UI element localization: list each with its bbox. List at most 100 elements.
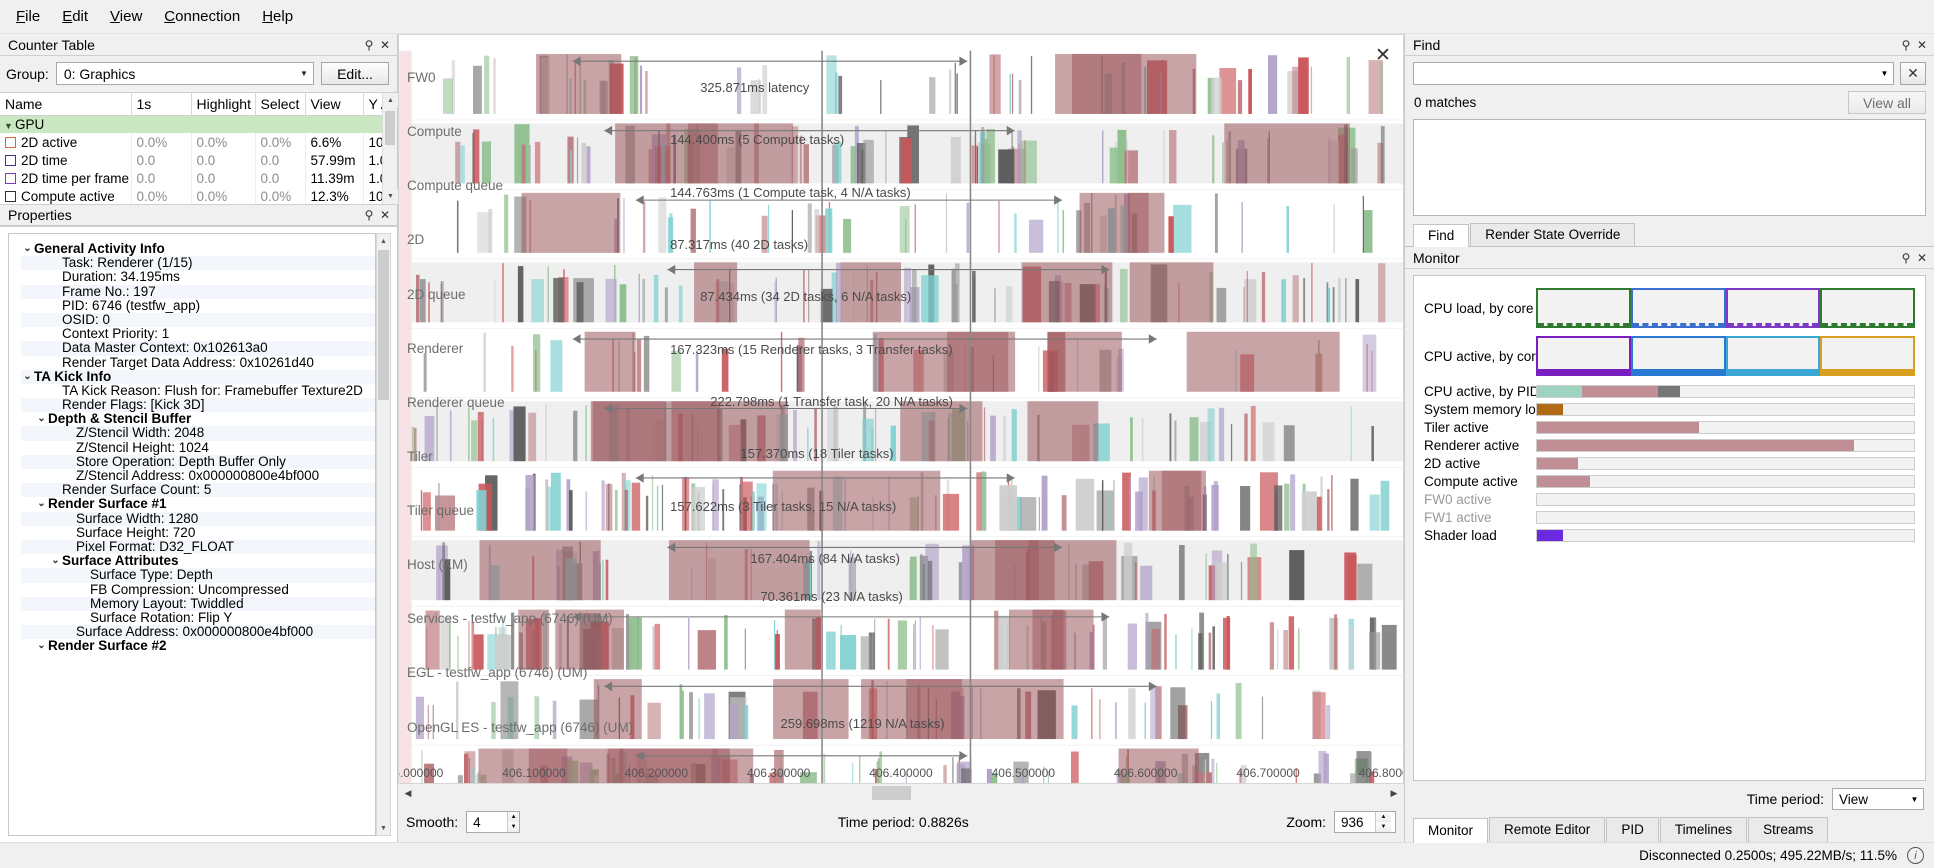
scrollbar-thumb[interactable] bbox=[385, 111, 395, 145]
stepper-down-icon[interactable]: ▼ bbox=[1376, 822, 1391, 832]
counter-name-cell[interactable]: Compute active bbox=[0, 187, 131, 204]
properties-section[interactable]: ⌄Render Surface #1 bbox=[21, 497, 375, 511]
counter-table[interactable]: Name 1s Highlight Select View Y Axis ▼GP… bbox=[0, 93, 382, 204]
counter-value-cell: 0.0 bbox=[255, 169, 305, 187]
counter-name-cell[interactable]: 2D active bbox=[0, 133, 131, 151]
properties-section[interactable]: ⌄Surface Attributes bbox=[21, 554, 375, 568]
monitor-core-fill bbox=[1728, 369, 1819, 374]
chevron-down-icon[interactable]: ⌄ bbox=[21, 242, 34, 256]
group-combo[interactable]: 0: Graphics ▼ bbox=[56, 62, 314, 85]
hscroll-thumb[interactable] bbox=[872, 786, 911, 800]
chevron-down-icon[interactable]: ⌄ bbox=[21, 370, 34, 384]
smooth-stepper[interactable]: 4 ▲ ▼ bbox=[466, 811, 520, 833]
stepper-up-icon[interactable]: ▲ bbox=[508, 812, 519, 822]
menu-edit[interactable]: Edit bbox=[52, 5, 98, 28]
close-icon[interactable]: ✕ bbox=[377, 37, 393, 53]
table-row[interactable]: 2D active0.0%0.0%0.0%6.6%100.0% bbox=[0, 133, 382, 151]
stepper-up-icon[interactable]: ▲ bbox=[1376, 812, 1391, 822]
tab-render-state-override[interactable]: Render State Override bbox=[1470, 223, 1635, 246]
tab-monitor[interactable]: Monitor bbox=[1413, 818, 1488, 843]
tab-timelines[interactable]: Timelines bbox=[1660, 817, 1747, 842]
chevron-down-icon[interactable]: ▼ bbox=[4, 121, 15, 131]
table-row[interactable]: 2D time per frame0.00.00.011.39m1.0 bbox=[0, 169, 382, 187]
chevron-down-icon[interactable]: ⌄ bbox=[35, 412, 48, 426]
scroll-left-icon[interactable]: ◀ bbox=[400, 785, 416, 801]
monitor-core-cell bbox=[1726, 288, 1821, 328]
properties-section[interactable]: ⌄Render Surface #2 bbox=[21, 639, 375, 653]
properties-item: Surface Type: Depth bbox=[21, 568, 375, 582]
table-row[interactable]: 2D time0.00.00.057.99m1.0 bbox=[0, 151, 382, 169]
monitor-core-fill bbox=[1728, 321, 1819, 326]
pin-icon[interactable]: ⚲ bbox=[361, 207, 377, 223]
properties-scrollbar[interactable]: ▲ ▼ bbox=[376, 233, 391, 836]
stepper-buttons[interactable]: ▲ ▼ bbox=[507, 812, 519, 832]
tab-streams[interactable]: Streams bbox=[1748, 817, 1828, 842]
counter-name-cell[interactable]: 2D time bbox=[0, 151, 131, 169]
properties-section[interactable]: ⌄General Activity Info bbox=[21, 242, 375, 256]
menu-file[interactable]: File bbox=[6, 5, 50, 28]
scroll-right-icon[interactable]: ▶ bbox=[1386, 785, 1402, 801]
counter-checkbox[interactable] bbox=[5, 173, 16, 184]
close-icon[interactable]: ✕ bbox=[1914, 250, 1930, 266]
monitor-time-period-combo[interactable]: View ▼ bbox=[1832, 788, 1924, 810]
smooth-value: 4 bbox=[473, 815, 503, 830]
col-name[interactable]: Name bbox=[0, 93, 131, 115]
properties-section[interactable]: ⌄TA Kick Info bbox=[21, 370, 375, 384]
zoom-stepper[interactable]: 936 ▲ ▼ bbox=[1334, 811, 1396, 833]
tab-pid[interactable]: PID bbox=[1606, 817, 1659, 842]
clear-find-button[interactable]: ✕ bbox=[1900, 62, 1926, 85]
chevron-down-icon[interactable]: ⌄ bbox=[49, 554, 62, 568]
scrollbar-thumb[interactable] bbox=[378, 250, 389, 400]
pin-icon[interactable]: ⚲ bbox=[361, 37, 377, 53]
table-row[interactable]: Compute active0.0%0.0%0.0%12.3%100.0% bbox=[0, 187, 382, 204]
find-input[interactable]: ▼ bbox=[1413, 62, 1894, 85]
properties-tree[interactable]: ⌄General Activity InfoTask: Renderer (1/… bbox=[8, 233, 376, 836]
col-select[interactable]: Select bbox=[255, 93, 305, 115]
stepper-buttons[interactable]: ▲ ▼ bbox=[1375, 812, 1391, 832]
menu-connection[interactable]: Connection bbox=[154, 5, 250, 28]
col-1s[interactable]: 1s bbox=[131, 93, 191, 115]
edit-button[interactable]: Edit... bbox=[321, 62, 389, 85]
col-view[interactable]: View bbox=[305, 93, 363, 115]
monitor-label: 2D active bbox=[1424, 456, 1536, 471]
info-icon[interactable]: i bbox=[1907, 847, 1924, 864]
timeline-annotation: 167.404ms (84 N/A tasks) bbox=[750, 551, 900, 566]
col-highlight[interactable]: Highlight bbox=[191, 93, 255, 115]
properties-item: Frame No.: 197 bbox=[21, 285, 375, 299]
scroll-down-icon[interactable]: ▼ bbox=[377, 821, 390, 835]
close-icon[interactable]: ✕ bbox=[377, 207, 393, 223]
pin-icon[interactable]: ⚲ bbox=[1898, 37, 1914, 53]
hscroll-track[interactable] bbox=[416, 786, 1386, 800]
scroll-up-icon[interactable]: ▲ bbox=[383, 93, 398, 108]
counter-group-row[interactable]: ▼GPU bbox=[0, 115, 382, 133]
close-icon[interactable]: ✕ bbox=[1914, 37, 1930, 53]
counter-name-cell[interactable]: 2D time per frame bbox=[0, 169, 131, 187]
chevron-down-icon[interactable]: ⌄ bbox=[35, 639, 48, 653]
close-icon[interactable]: ✕ bbox=[1373, 45, 1393, 65]
tab-find[interactable]: Find bbox=[1413, 224, 1469, 247]
timeline-hscrollbar[interactable]: ◀ ▶ bbox=[398, 784, 1404, 802]
menu-view[interactable]: View bbox=[100, 5, 152, 28]
monitor-meters: CPU load, by coreCPU active, by coreCPU … bbox=[1413, 275, 1926, 781]
counter-checkbox[interactable] bbox=[5, 155, 16, 166]
view-all-button[interactable]: View all bbox=[1848, 91, 1926, 114]
timeline-canvas[interactable] bbox=[399, 35, 1403, 784]
counter-checkbox[interactable] bbox=[5, 191, 16, 202]
col-yaxis[interactable]: Y Axis bbox=[363, 93, 382, 115]
counter-checkbox[interactable] bbox=[5, 137, 16, 148]
pin-icon[interactable]: ⚲ bbox=[1898, 250, 1914, 266]
tab-remote-editor[interactable]: Remote Editor bbox=[1489, 817, 1605, 842]
timeline-annotation: 87.434ms (34 2D tasks, 6 N/A tasks) bbox=[700, 289, 911, 304]
timeline-view[interactable]: FW0ComputeCompute queue2D2D queueRendere… bbox=[398, 34, 1404, 784]
time-period-readout: Time period: 0.8826s bbox=[838, 814, 969, 830]
scroll-up-icon[interactable]: ▲ bbox=[377, 234, 390, 248]
scroll-down-icon[interactable]: ▼ bbox=[383, 189, 398, 204]
counter-table-scrollbar[interactable]: ▲ ▼ bbox=[382, 93, 397, 204]
chevron-down-icon[interactable]: ⌄ bbox=[35, 497, 48, 511]
properties-section[interactable]: ⌄Depth & Stencil Buffer bbox=[21, 412, 375, 426]
menu-bar: File Edit View Connection Help bbox=[0, 0, 1934, 34]
zoom-value: 936 bbox=[1341, 815, 1371, 830]
find-results-list[interactable] bbox=[1413, 119, 1926, 216]
menu-help[interactable]: Help bbox=[252, 5, 303, 28]
stepper-down-icon[interactable]: ▼ bbox=[508, 822, 519, 832]
